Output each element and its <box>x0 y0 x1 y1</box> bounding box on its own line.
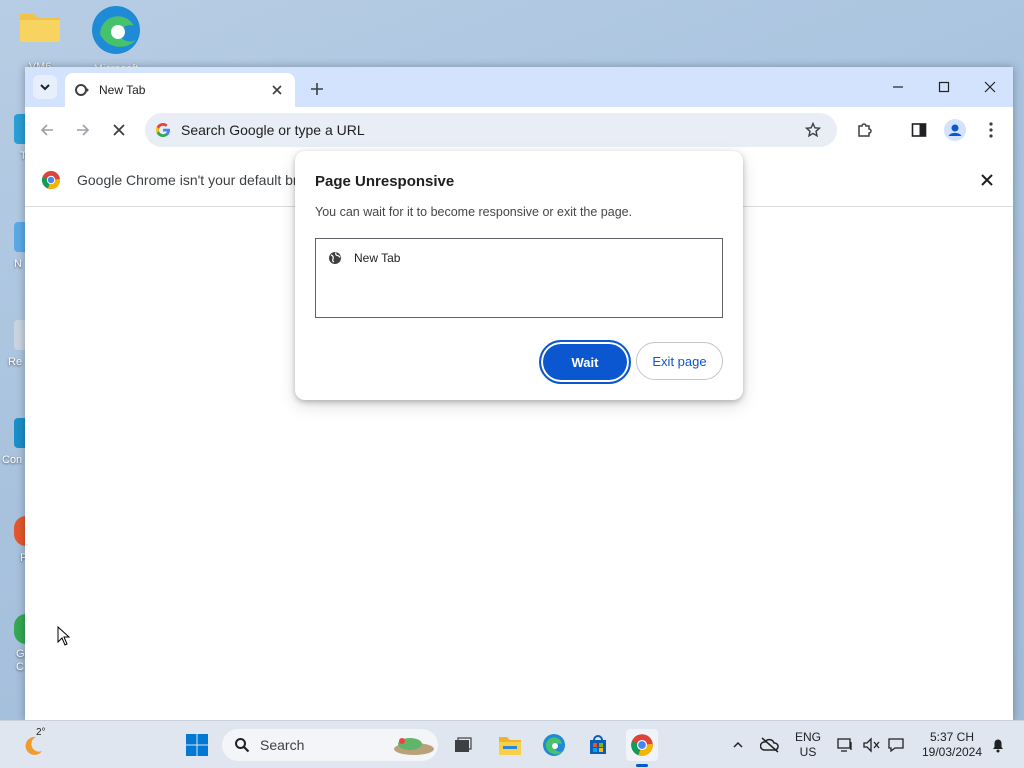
profile-button[interactable] <box>943 118 967 142</box>
desktop-icon-partial-3[interactable]: Re <box>0 316 26 368</box>
chrome-logo-icon <box>41 170 61 189</box>
task-view-icon <box>455 737 472 752</box>
wait-button[interactable]: Wait <box>539 340 631 384</box>
desktop-icon-partial-1[interactable]: T <box>0 110 26 162</box>
mouse-cursor-icon <box>57 626 71 646</box>
star-icon <box>805 122 821 138</box>
close-window-button[interactable] <box>967 73 1013 101</box>
maximize-button[interactable] <box>921 73 967 101</box>
desktop-icon-label: Re <box>8 356 23 368</box>
close-icon <box>113 124 125 136</box>
back-button[interactable] <box>35 118 59 142</box>
tab-strip: New Tab <box>25 67 1013 107</box>
active-indicator <box>636 764 648 767</box>
onedrive-button[interactable] <box>754 729 786 761</box>
page-unresponsive-dialog: Page Unresponsive You can wait for it to… <box>295 151 743 400</box>
google-g-icon <box>156 123 170 137</box>
cloud-off-icon <box>760 737 779 753</box>
start-button[interactable] <box>181 729 213 761</box>
windows-logo-icon <box>186 734 208 756</box>
desktop-icon-partial-2[interactable]: N <box>0 218 26 270</box>
infobar-text: Google Chrome isn't your default brow <box>77 171 316 188</box>
plus-icon <box>311 83 323 95</box>
chrome-taskbar-button[interactable] <box>626 729 658 767</box>
desktop-icon-partial-4[interactable]: Con <box>0 414 26 466</box>
loading-favicon-icon <box>75 84 89 96</box>
forward-button[interactable] <box>71 118 95 142</box>
taskbar-search-box[interactable]: Search <box>222 729 438 761</box>
kebab-menu-icon <box>989 122 993 138</box>
menu-button[interactable] <box>979 118 1003 142</box>
globe-icon <box>329 252 341 264</box>
chrome-logo-icon <box>631 734 653 756</box>
edge-taskbar-button[interactable] <box>538 729 570 761</box>
language-code: ENG <box>794 730 821 744</box>
folder-icon <box>499 737 521 755</box>
maximize-icon <box>938 81 950 93</box>
weather-temperature: 2° <box>36 727 46 738</box>
desktop-icon-vm-folder[interactable]: VM6 <box>10 8 70 73</box>
clock-time: 5:37 CH <box>929 730 975 744</box>
exit-page-button[interactable]: Exit page <box>636 342 723 380</box>
close-icon <box>981 174 993 186</box>
list-item: New Tab <box>328 251 400 265</box>
store-icon <box>590 735 606 754</box>
stop-loading-button[interactable] <box>107 118 131 142</box>
unresponsive-pages-list: New Tab <box>315 238 723 318</box>
desktop-icon-partial-6[interactable]: G C <box>0 610 26 674</box>
tab-title: New Tab <box>99 83 146 97</box>
side-panel-button[interactable] <box>907 118 931 142</box>
desktop-icon-partial-5[interactable]: F <box>0 512 26 564</box>
minimize-button[interactable] <box>875 73 921 101</box>
desktop-icon-edge[interactable]: Microsoft <box>86 4 146 75</box>
chevron-up-icon <box>733 741 743 748</box>
tab-close-button[interactable] <box>269 82 285 98</box>
desktop-icon-label: N <box>14 258 22 270</box>
task-view-button[interactable] <box>447 729 479 761</box>
language-indicator[interactable]: ENG US <box>790 730 826 760</box>
chevron-down-icon <box>40 84 50 91</box>
network-icon <box>837 738 852 752</box>
notifications-button[interactable] <box>982 729 1014 761</box>
tab-search-button[interactable] <box>33 75 57 99</box>
clock[interactable]: 5:37 CH 19/03/2024 <box>912 730 992 760</box>
folder-icon <box>20 14 60 42</box>
taskbar-search-label: Search <box>260 737 305 753</box>
taskbar: 2° Search ENG US 5:37 CH 19/03/2024 <box>0 720 1024 768</box>
toolbar: Search Google or type a URL <box>25 107 1013 153</box>
clock-date: 19/03/2024 <box>921 745 983 759</box>
search-icon <box>235 738 250 753</box>
frog-search-highlight-icon <box>394 738 434 755</box>
omnibox[interactable]: Search Google or type a URL <box>145 113 837 147</box>
show-hidden-icons-button[interactable] <box>722 729 754 761</box>
edge-icon <box>92 6 140 54</box>
list-item-label: New Tab <box>354 251 401 265</box>
side-panel-icon <box>911 123 927 137</box>
battery-button[interactable] <box>880 729 912 761</box>
puzzle-icon <box>858 123 872 137</box>
keyboard-region: US <box>799 745 817 759</box>
arrow-left-icon <box>40 124 53 136</box>
avatar-icon <box>944 119 966 141</box>
edge-icon <box>543 734 565 756</box>
infobar-close-button[interactable] <box>977 170 997 190</box>
tab-new-tab[interactable]: New Tab <box>65 73 295 107</box>
weather-widget[interactable]: 2° <box>16 727 48 761</box>
close-icon <box>272 85 282 95</box>
desktop-icon-label: Con <box>2 454 23 466</box>
new-tab-button[interactable] <box>305 77 329 101</box>
minimize-icon <box>893 86 903 88</box>
extensions-button[interactable] <box>853 118 877 142</box>
dialog-title: Page Unresponsive <box>315 173 455 190</box>
omnibox-placeholder: Search Google or type a URL <box>181 122 365 138</box>
store-button[interactable] <box>582 729 614 761</box>
bell-icon <box>993 739 1003 753</box>
arrow-right-icon <box>77 124 90 136</box>
file-explorer-button[interactable] <box>494 729 526 761</box>
chat-icon <box>888 738 904 753</box>
volume-muted-icon <box>863 737 880 753</box>
bookmark-star-button[interactable] <box>801 118 825 142</box>
close-icon <box>984 81 996 93</box>
dialog-message: You can wait for it to become responsive… <box>315 205 633 219</box>
